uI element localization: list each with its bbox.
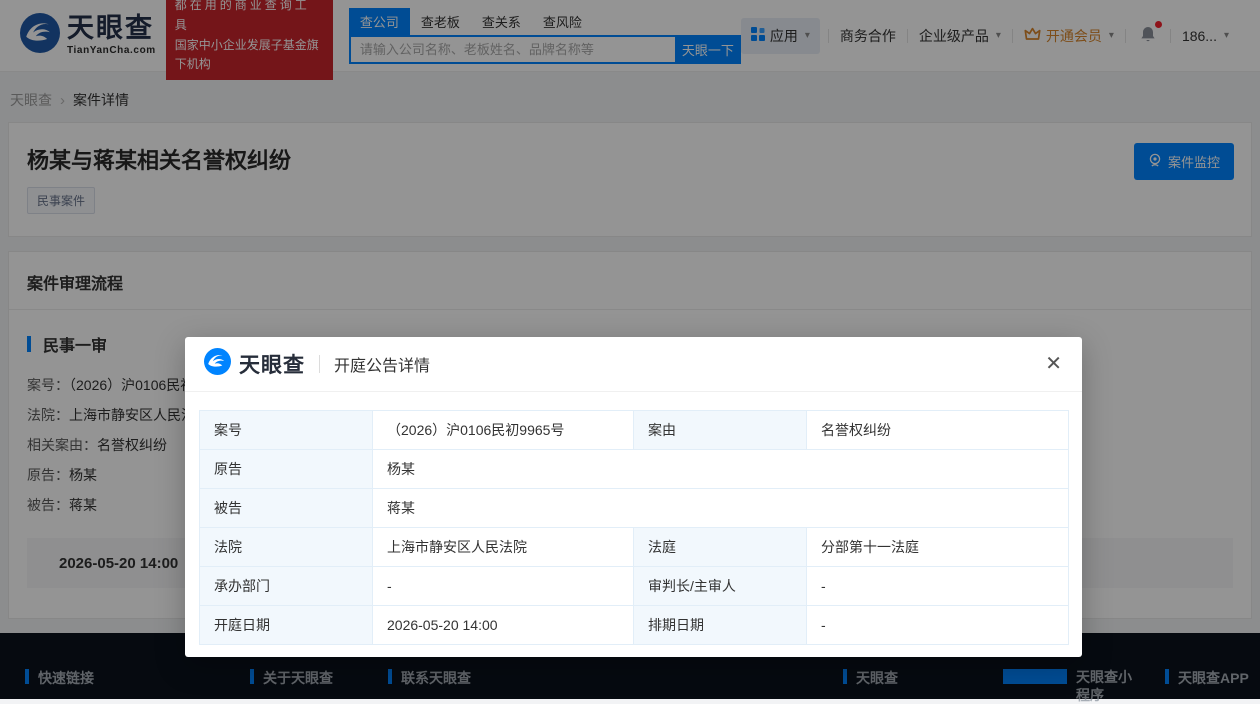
cell-value: 杨某 [373,450,1069,489]
cell-label: 原告 [200,450,373,489]
modal-header: 天眼查 开庭公告详情 ✕ [185,337,1082,392]
cell-label: 审判长/主审人 [634,567,807,606]
table-row: 承办部门 - 审判长/主审人 - [200,567,1069,606]
cell-value: - [807,606,1069,645]
hearing-detail-modal: 天眼查 开庭公告详情 ✕ 案号 （2026）沪0106民初9965号 案由 名誉… [185,337,1082,657]
table-row: 被告 蒋某 [200,489,1069,528]
cell-label: 承办部门 [200,567,373,606]
tianyancha-swirl-icon [204,348,231,380]
cell-value: 蒋某 [373,489,1069,528]
table-row: 开庭日期 2026-05-20 14:00 排期日期 - [200,606,1069,645]
cell-value: - [807,567,1069,606]
cell-label: 法院 [200,528,373,567]
cell-label: 法庭 [634,528,807,567]
hearing-detail-table: 案号 （2026）沪0106民初9965号 案由 名誉权纠纷 原告 杨某 被告 … [199,410,1069,645]
close-icon[interactable]: ✕ [1041,350,1066,378]
cell-label: 案号 [200,411,373,450]
modal-brand-name: 天眼查 [239,349,305,379]
table-row: 法院 上海市静安区人民法院 法庭 分部第十一法庭 [200,528,1069,567]
cell-value: 名誉权纠纷 [807,411,1069,450]
table-row: 案号 （2026）沪0106民初9965号 案由 名誉权纠纷 [200,411,1069,450]
cell-value: 上海市静安区人民法院 [373,528,634,567]
cell-label: 排期日期 [634,606,807,645]
table-row: 原告 杨某 [200,450,1069,489]
modal-title: 开庭公告详情 [334,352,430,376]
cell-value: 2026-05-20 14:00 [373,606,634,645]
cell-label: 案由 [634,411,807,450]
cell-value: （2026）沪0106民初9965号 [373,411,634,450]
cell-label: 被告 [200,489,373,528]
cell-label: 开庭日期 [200,606,373,645]
cell-value: 分部第十一法庭 [807,528,1069,567]
divider [319,355,320,373]
cell-value: - [373,567,634,606]
